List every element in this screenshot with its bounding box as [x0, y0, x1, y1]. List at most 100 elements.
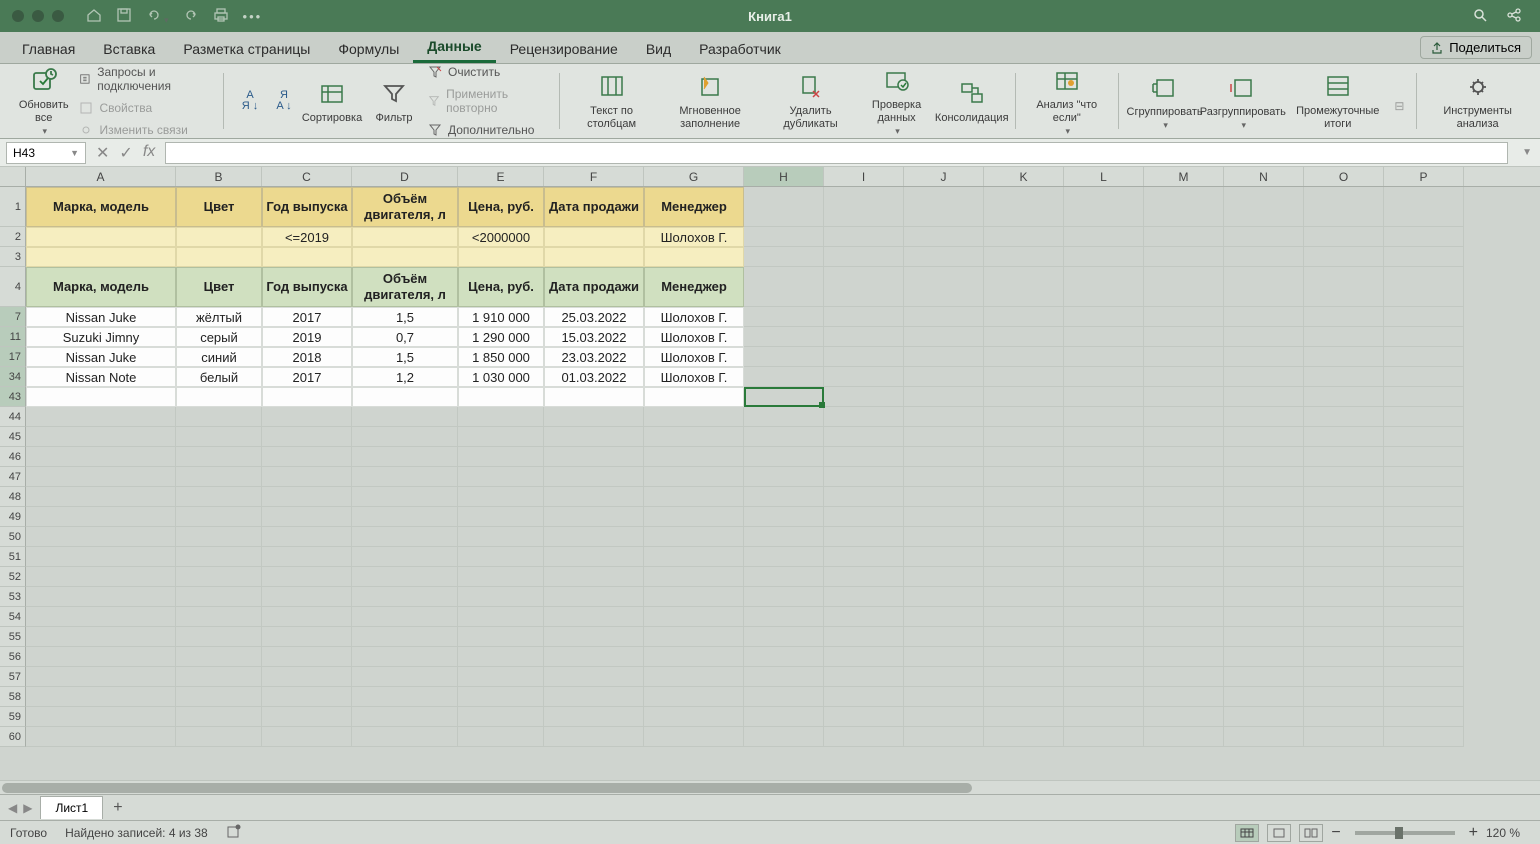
cell[interactable] — [904, 247, 984, 267]
cell[interactable] — [26, 407, 176, 427]
cell[interactable] — [26, 527, 176, 547]
cell[interactable] — [1224, 227, 1304, 247]
cell[interactable]: Шолохов Г. — [644, 327, 744, 347]
fx-icon[interactable]: fx — [143, 143, 155, 163]
cell[interactable] — [176, 507, 262, 527]
cell[interactable] — [824, 447, 904, 467]
cell[interactable] — [1304, 367, 1384, 387]
cell[interactable] — [1224, 367, 1304, 387]
col-header-K[interactable]: K — [984, 167, 1064, 186]
cell[interactable] — [1304, 467, 1384, 487]
cell[interactable]: 1 910 000 — [458, 307, 544, 327]
cell[interactable] — [1304, 727, 1384, 747]
row-header[interactable]: 46 — [0, 447, 26, 467]
advanced-filter-button[interactable]: Дополнительно — [428, 121, 547, 139]
cell[interactable] — [544, 227, 644, 247]
cell[interactable] — [458, 627, 544, 647]
flash-fill-button[interactable]: Мгновенное заполнение — [658, 71, 763, 130]
cell[interactable] — [262, 707, 352, 727]
cell[interactable] — [744, 567, 824, 587]
cell[interactable] — [1384, 547, 1464, 567]
cell[interactable] — [984, 707, 1064, 727]
cell[interactable] — [904, 547, 984, 567]
cell[interactable] — [544, 647, 644, 667]
cell[interactable] — [176, 627, 262, 647]
cell[interactable] — [1144, 467, 1224, 487]
cell[interactable] — [176, 667, 262, 687]
row-header[interactable]: 44 — [0, 407, 26, 427]
cell[interactable] — [1384, 667, 1464, 687]
cell[interactable] — [26, 467, 176, 487]
cell[interactable] — [1144, 227, 1224, 247]
cell[interactable] — [1384, 567, 1464, 587]
cell[interactable] — [26, 627, 176, 647]
cell[interactable] — [544, 627, 644, 647]
ribbon-tab-0[interactable]: Главная — [8, 35, 89, 63]
cell[interactable] — [1064, 387, 1144, 407]
cell[interactable] — [458, 587, 544, 607]
cell[interactable] — [26, 607, 176, 627]
cell[interactable] — [544, 567, 644, 587]
cell[interactable] — [262, 447, 352, 467]
col-header-J[interactable]: J — [904, 167, 984, 186]
reapply-button[interactable]: Применить повторно — [428, 85, 547, 117]
cell[interactable]: Цвет — [176, 187, 262, 227]
print-icon[interactable] — [213, 7, 229, 26]
cell[interactable] — [544, 687, 644, 707]
cell[interactable] — [1224, 407, 1304, 427]
cell[interactable] — [984, 547, 1064, 567]
macro-record-icon[interactable] — [226, 823, 242, 842]
cell[interactable] — [644, 567, 744, 587]
cell[interactable] — [644, 447, 744, 467]
cell[interactable] — [544, 427, 644, 447]
cell[interactable] — [644, 487, 744, 507]
cell[interactable] — [824, 507, 904, 527]
cell[interactable] — [904, 447, 984, 467]
cell[interactable] — [1144, 687, 1224, 707]
cell[interactable] — [1064, 247, 1144, 267]
cell[interactable] — [1304, 547, 1384, 567]
cell[interactable] — [262, 647, 352, 667]
more-icon[interactable]: ••• — [243, 9, 263, 24]
cell[interactable] — [984, 447, 1064, 467]
cell[interactable]: Год выпуска — [262, 267, 352, 307]
cell[interactable] — [904, 347, 984, 367]
cell[interactable] — [262, 427, 352, 447]
zoom-slider[interactable] — [1355, 831, 1455, 835]
sort-desc-button[interactable]: ЯA ↓ — [270, 85, 298, 117]
cell[interactable] — [744, 227, 824, 247]
cell[interactable] — [176, 567, 262, 587]
cell[interactable] — [824, 527, 904, 547]
cell[interactable] — [1064, 667, 1144, 687]
cell[interactable] — [1304, 567, 1384, 587]
cell[interactable] — [352, 427, 458, 447]
cell[interactable] — [1144, 407, 1224, 427]
formula-input[interactable] — [165, 142, 1508, 164]
cell[interactable] — [744, 587, 824, 607]
cell[interactable] — [176, 387, 262, 407]
cell[interactable]: Менеджер — [644, 267, 744, 307]
cell[interactable] — [352, 687, 458, 707]
cell[interactable]: 2017 — [262, 367, 352, 387]
cell[interactable]: белый — [176, 367, 262, 387]
cell[interactable] — [352, 727, 458, 747]
cell[interactable]: 2017 — [262, 307, 352, 327]
cell[interactable] — [744, 527, 824, 547]
cell[interactable] — [1304, 327, 1384, 347]
cell[interactable] — [984, 407, 1064, 427]
cell[interactable] — [744, 507, 824, 527]
cell[interactable] — [824, 647, 904, 667]
cell[interactable] — [1224, 427, 1304, 447]
cell[interactable] — [744, 367, 824, 387]
cell[interactable] — [262, 247, 352, 267]
row-header[interactable]: 57 — [0, 667, 26, 687]
select-all-corner[interactable] — [0, 167, 26, 186]
cell[interactable] — [26, 387, 176, 407]
cell[interactable] — [1304, 267, 1384, 307]
row-header[interactable]: 4 — [0, 267, 26, 307]
cell[interactable] — [1064, 427, 1144, 447]
cell[interactable] — [744, 547, 824, 567]
cell[interactable] — [458, 727, 544, 747]
ribbon-tab-7[interactable]: Разработчик — [685, 35, 795, 63]
cell[interactable] — [458, 447, 544, 467]
